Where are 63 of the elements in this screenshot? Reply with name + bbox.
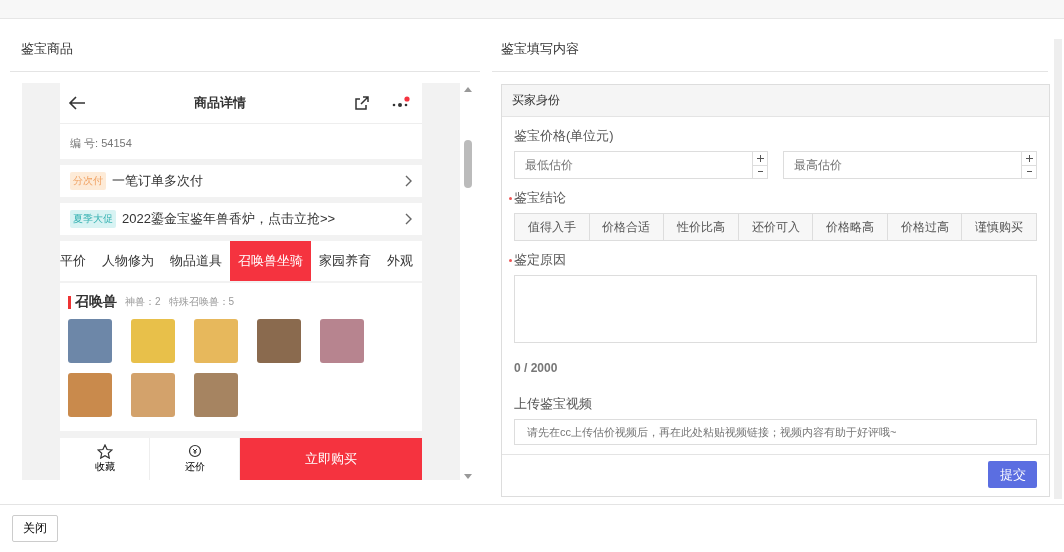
scroll-up-arrow-icon[interactable] [464, 86, 472, 92]
field-label: 上传鉴宝视频 [514, 395, 593, 413]
option-button[interactable]: 价格合适 [588, 213, 664, 241]
increment-button[interactable] [1022, 152, 1036, 166]
field-label: 鉴宝价格(单位元) [514, 127, 615, 145]
option-button[interactable]: 价格略高 [812, 213, 887, 241]
option-button[interactable]: 还价可入 [737, 213, 813, 241]
price-field[interactable]: 最低估价 [514, 151, 752, 179]
plus-icon [756, 154, 764, 162]
promo-row[interactable]: 夏季大促 2022鎏金宝鉴年兽香炉，点击立抢>> [60, 203, 422, 235]
option-button[interactable]: 性价比高 [663, 213, 738, 241]
minus-icon [1026, 171, 1032, 173]
panel-title: 鉴宝商品 [10, 19, 480, 72]
option-button[interactable]: 谨慎购买 [961, 213, 1038, 241]
minus-icon [757, 171, 763, 173]
avatar-placeholder[interactable] [131, 319, 175, 363]
panel-title: 鉴宝填写内容 [492, 19, 1048, 72]
avatar-placeholder[interactable] [194, 373, 238, 417]
field-label: 鉴宝结论 [514, 189, 566, 207]
category-tab[interactable]: 平价 [60, 241, 94, 281]
field-label: 鉴定原因 [514, 251, 566, 269]
option-button[interactable]: 值得入手 [514, 213, 589, 241]
promo-text: 一笔订单多次付 [112, 172, 204, 190]
avatar-placeholder[interactable] [68, 319, 112, 363]
promo-text: 2022鎏金宝鉴年兽香炉，点击立抢>> [122, 210, 337, 228]
share-icon[interactable] [354, 95, 370, 111]
video-link-field[interactable]: 请先在cc上传估价视频后，再在此处粘贴视频链接；视频内容有助于好评哦~ [514, 419, 1037, 445]
avatar-placeholder[interactable] [320, 319, 364, 363]
category-tab[interactable]: 家园养育 [311, 241, 379, 281]
buy-now-button[interactable]: 立即购买 [240, 438, 422, 480]
star-icon [96, 444, 113, 459]
promo-tag: 分次付 [70, 172, 106, 190]
card-header: 买家身份 [502, 85, 1049, 117]
promo-row[interactable]: 分次付 一笔订单多次付 [60, 165, 422, 197]
promo-tag: 夏季大促 [70, 210, 116, 228]
back-arrow-icon[interactable] [68, 96, 86, 110]
category-tab[interactable]: 外观 [379, 241, 421, 281]
coin-icon [187, 444, 202, 459]
category-tab[interactable]: 人物修为 [94, 241, 162, 281]
price-field[interactable]: 最高估价 [783, 151, 1021, 179]
scroll-down-arrow-icon[interactable] [464, 474, 472, 480]
scrollbar-thumb[interactable] [464, 140, 472, 188]
avatar-placeholder[interactable] [68, 373, 112, 417]
avatar-placeholder[interactable] [257, 319, 301, 363]
avatar-placeholder[interactable] [131, 373, 175, 417]
plus-icon [1025, 154, 1033, 162]
avatar-placeholder[interactable] [194, 319, 238, 363]
increment-button[interactable] [753, 152, 767, 166]
category-tab[interactable]: 物品道具 [162, 241, 230, 281]
page-title: 商品详情 [193, 94, 247, 112]
character-counter: 0 / 2000 [514, 361, 559, 375]
option-button[interactable]: 价格过高 [886, 213, 962, 241]
submit-button[interactable]: 提交 [988, 461, 1037, 488]
section-title: 召唤兽 [75, 293, 117, 311]
stat-text: 神兽：2 [125, 295, 161, 309]
category-tab[interactable]: 召唤兽坐骑 [230, 241, 311, 281]
chevron-right-icon [404, 213, 412, 225]
stat-text: 特殊召唤兽：5 [168, 295, 235, 309]
close-button[interactable]: 关闭 [12, 515, 58, 542]
reason-textarea[interactable] [514, 275, 1037, 343]
serial-number: 编 号: 54154 [70, 137, 132, 149]
more-icon[interactable] [390, 96, 410, 110]
chevron-right-icon [404, 175, 412, 187]
